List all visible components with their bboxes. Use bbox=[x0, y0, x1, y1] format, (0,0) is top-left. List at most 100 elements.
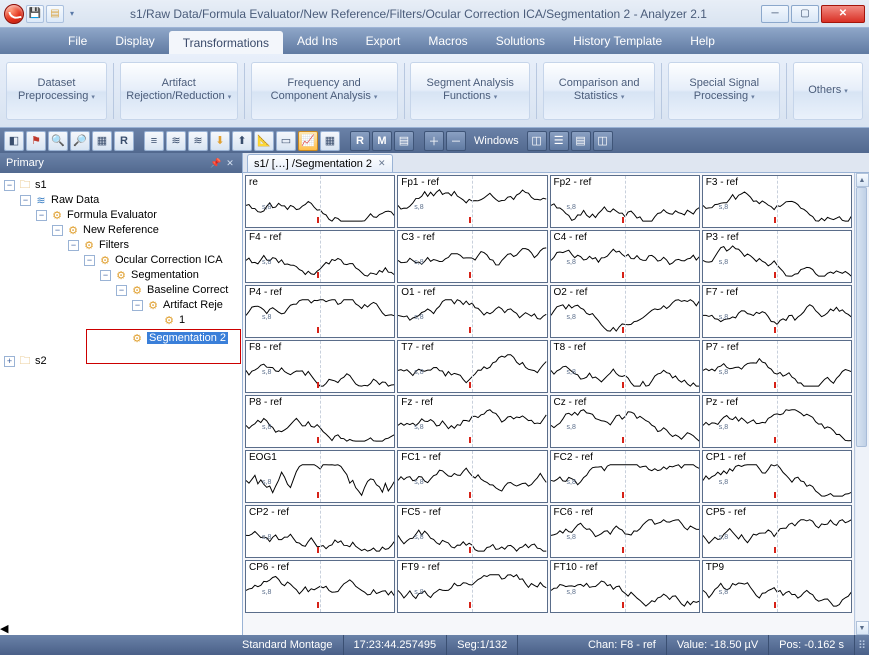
tool-grid-icon[interactable]: ▦ bbox=[320, 131, 340, 151]
tool-M-icon[interactable]: M bbox=[372, 131, 392, 151]
channel-monitor[interactable]: O1 - refs,8 bbox=[397, 285, 547, 338]
channel-monitor[interactable]: T8 - refs,8 bbox=[550, 340, 700, 393]
expander-icon[interactable]: − bbox=[52, 225, 63, 236]
channel-monitor[interactable]: P8 - refs,8 bbox=[245, 395, 395, 448]
channel-monitor[interactable]: C4 - refs,8 bbox=[550, 230, 700, 283]
qat-save-icon[interactable]: 💾 bbox=[26, 5, 44, 23]
tool-up-icon[interactable]: ⬆ bbox=[232, 131, 252, 151]
channel-monitor[interactable]: FT9 - refs,8 bbox=[397, 560, 547, 613]
tool-flag-icon[interactable]: ⚑ bbox=[26, 131, 46, 151]
menu-solutions[interactable]: Solutions bbox=[482, 28, 559, 54]
minimize-button[interactable]: ─ bbox=[761, 5, 789, 23]
tool-scale-icon[interactable]: 📐 bbox=[254, 131, 274, 151]
channel-monitor[interactable]: CP1 - refs,8 bbox=[702, 450, 852, 503]
tool-R2-icon[interactable]: R bbox=[350, 131, 370, 151]
channel-monitor[interactable]: TP9s,8 bbox=[702, 560, 852, 613]
tree-h-scrollbar[interactable]: ◀ bbox=[0, 622, 242, 635]
tool-zoom-icon[interactable]: 🔍 bbox=[48, 131, 68, 151]
vertical-scrollbar[interactable]: ▲ ▼ bbox=[854, 173, 869, 635]
menu-addins[interactable]: Add Ins bbox=[283, 28, 352, 54]
qat-book-icon[interactable]: ▤ bbox=[46, 5, 64, 23]
expander-icon[interactable]: − bbox=[20, 195, 31, 206]
tool-minus-icon[interactable]: － bbox=[446, 131, 466, 151]
tree-pin-icon[interactable]: 📌 bbox=[210, 157, 222, 169]
tool-plus-icon[interactable]: ＋ bbox=[424, 131, 444, 151]
viewer-tab[interactable]: s1/ […] /Segmentation 2 ✕ bbox=[247, 154, 393, 172]
qat-dropdown-icon[interactable]: ▾ bbox=[66, 5, 78, 23]
tree-node-s1[interactable]: s1 bbox=[35, 179, 47, 191]
expander-icon[interactable]: − bbox=[4, 180, 15, 191]
tool-select-icon[interactable]: ▦ bbox=[92, 131, 112, 151]
menu-help[interactable]: Help bbox=[676, 28, 729, 54]
tool-window4-icon[interactable]: ◫ bbox=[593, 131, 613, 151]
resize-grip-icon[interactable]: ⠿ bbox=[855, 639, 869, 652]
channel-monitor[interactable]: T7 - refs,8 bbox=[397, 340, 547, 393]
tool-R-icon[interactable]: R bbox=[114, 131, 134, 151]
tree-node-segmentation2[interactable]: Segmentation 2 bbox=[147, 332, 228, 344]
close-button[interactable]: ✕ bbox=[821, 5, 865, 23]
channel-monitor[interactable]: Fp2 - refs,8 bbox=[550, 175, 700, 228]
tab-close-icon[interactable]: ✕ bbox=[378, 158, 386, 169]
channel-monitor[interactable]: P3 - refs,8 bbox=[702, 230, 852, 283]
tree[interactable]: −🗀s1 −≋Raw Data −⚙Formula Evaluator −⚙Ne… bbox=[0, 173, 242, 622]
tool-down-icon[interactable]: ⬇ bbox=[210, 131, 230, 151]
channel-monitor[interactable]: Fp1 - refs,8 bbox=[397, 175, 547, 228]
expander-icon[interactable]: − bbox=[84, 255, 95, 266]
tool-chart-icon[interactable]: 📈 bbox=[298, 131, 318, 151]
tree-node-new-reference[interactable]: New Reference bbox=[83, 224, 159, 236]
menu-file[interactable]: File bbox=[54, 28, 101, 54]
expander-icon[interactable]: − bbox=[116, 285, 127, 296]
expander-icon[interactable]: − bbox=[36, 210, 47, 221]
ribbon-special-signal[interactable]: Special Signal Processing▾ bbox=[668, 62, 780, 120]
channel-monitor[interactable]: FT10 - refs,8 bbox=[550, 560, 700, 613]
tool-book-icon[interactable]: ▤ bbox=[394, 131, 414, 151]
channel-monitor[interactable]: F3 - refs,8 bbox=[702, 175, 852, 228]
tree-node-segmentation[interactable]: Segmentation bbox=[131, 269, 199, 281]
menu-macros[interactable]: Macros bbox=[414, 28, 481, 54]
menu-export[interactable]: Export bbox=[352, 28, 415, 54]
channel-monitor[interactable]: P7 - refs,8 bbox=[702, 340, 852, 393]
ribbon-artifact-rejection[interactable]: Artifact Rejection/Reduction▾ bbox=[120, 62, 238, 120]
app-icon[interactable] bbox=[4, 4, 24, 24]
channel-monitor[interactable]: FC6 - refs,8 bbox=[550, 505, 700, 558]
tool-window1-icon[interactable]: ◫ bbox=[527, 131, 547, 151]
channel-monitor[interactable]: res,8 bbox=[245, 175, 395, 228]
channel-monitor[interactable]: F8 - refs,8 bbox=[245, 340, 395, 393]
ribbon-others[interactable]: Others▾ bbox=[793, 62, 863, 120]
channel-monitor[interactable]: CP6 - refs,8 bbox=[245, 560, 395, 613]
tool-icon-1[interactable]: ◧ bbox=[4, 131, 24, 151]
menu-transformations[interactable]: Transformations bbox=[169, 31, 283, 54]
expander-icon[interactable]: − bbox=[132, 300, 143, 311]
tree-node-ocular-correction[interactable]: Ocular Correction ICA bbox=[115, 254, 223, 266]
ribbon-dataset-preprocessing[interactable]: Dataset Preprocessing▾ bbox=[6, 62, 107, 120]
expander-icon[interactable]: + bbox=[4, 356, 15, 367]
tool-window2-icon[interactable]: ☰ bbox=[549, 131, 569, 151]
tree-close-icon[interactable]: ✕ bbox=[224, 157, 236, 169]
channel-monitor[interactable]: Fz - refs,8 bbox=[397, 395, 547, 448]
channel-monitor[interactable]: Cz - refs,8 bbox=[550, 395, 700, 448]
tool-window3-icon[interactable]: ▤ bbox=[571, 131, 591, 151]
menu-history-template[interactable]: History Template bbox=[559, 28, 676, 54]
tool-zoom2-icon[interactable]: 🔎 bbox=[70, 131, 90, 151]
tool-page-icon[interactable]: ▭ bbox=[276, 131, 296, 151]
tool-wave1-icon[interactable]: ≋ bbox=[166, 131, 186, 151]
channel-monitor[interactable]: FC2 - refs,8 bbox=[550, 450, 700, 503]
tree-node-artifact-rejection[interactable]: Artifact Reje bbox=[163, 299, 223, 311]
tree-node-filters[interactable]: Filters bbox=[99, 239, 129, 251]
channel-monitor[interactable]: CP2 - refs,8 bbox=[245, 505, 395, 558]
scroll-left-icon[interactable]: ◀ bbox=[0, 623, 8, 635]
channel-monitor[interactable]: P4 - refs,8 bbox=[245, 285, 395, 338]
tree-node-s2[interactable]: s2 bbox=[35, 355, 47, 367]
menu-display[interactable]: Display bbox=[101, 28, 168, 54]
ribbon-comparison-statistics[interactable]: Comparison and Statistics▾ bbox=[543, 62, 656, 120]
maximize-button[interactable]: ▢ bbox=[791, 5, 819, 23]
tree-node-rawdata[interactable]: Raw Data bbox=[51, 194, 99, 206]
ribbon-frequency-component[interactable]: Frequency and Component Analysis▾ bbox=[251, 62, 398, 120]
scroll-up-icon[interactable]: ▲ bbox=[856, 173, 869, 187]
channel-monitor[interactable]: CP5 - refs,8 bbox=[702, 505, 852, 558]
channel-monitor[interactable]: FC1 - refs,8 bbox=[397, 450, 547, 503]
tree-node-1[interactable]: 1 bbox=[179, 314, 185, 326]
tool-list-icon[interactable]: ≡ bbox=[144, 131, 164, 151]
expander-icon[interactable]: − bbox=[100, 270, 111, 281]
channel-monitor[interactable]: O2 - refs,8 bbox=[550, 285, 700, 338]
